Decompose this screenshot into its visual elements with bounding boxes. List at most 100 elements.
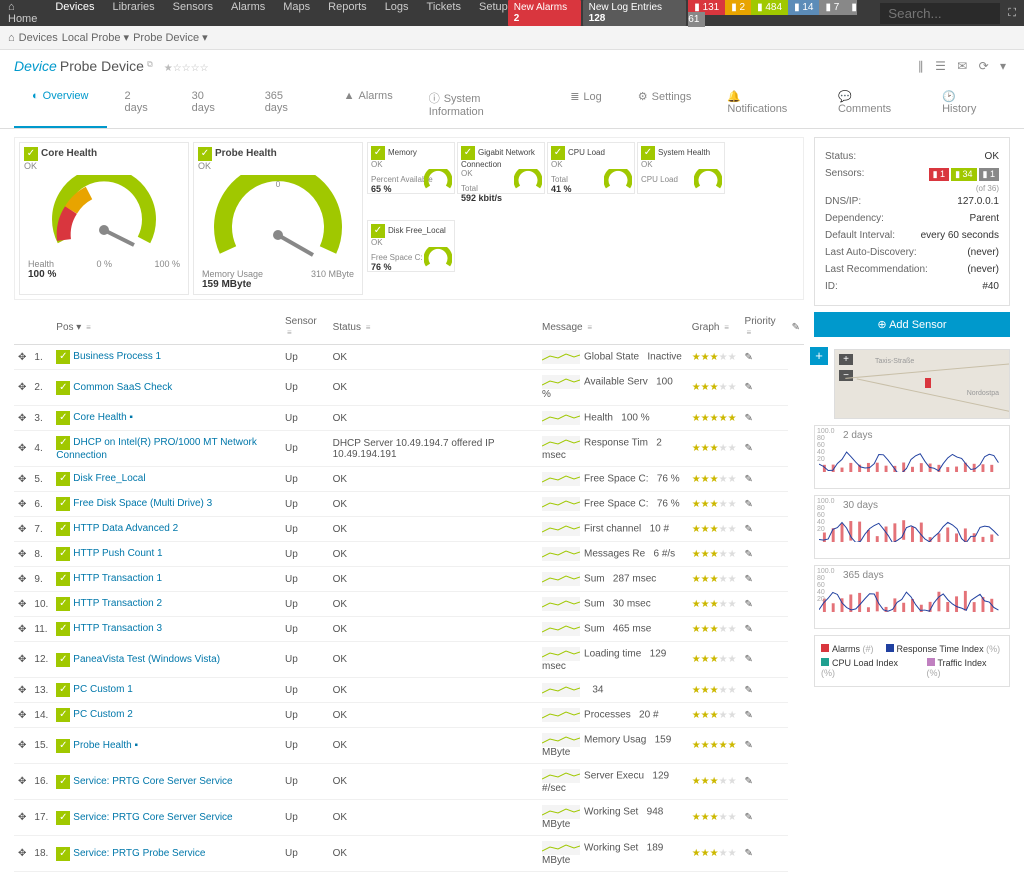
priority-stars[interactable]: ★★★★★ bbox=[688, 345, 741, 370]
table-row[interactable]: ✥15.✓Probe Health ▪UpOKMemory Usag 159 M… bbox=[14, 728, 804, 764]
table-row[interactable]: ✥11.✓HTTP Transaction 3UpOKSum 465 mse★★… bbox=[14, 617, 804, 642]
tab-comments[interactable]: 💬Comments bbox=[820, 82, 924, 128]
fullscreen-icon[interactable]: ⛶ bbox=[1008, 7, 1016, 20]
table-row[interactable]: ✥6.✓Free Disk Space (Multi Drive) 3UpOKF… bbox=[14, 492, 804, 517]
nav-libraries[interactable]: Libraries bbox=[112, 1, 154, 25]
mini-gauge[interactable]: ✓CPU LoadOKTotal41 % bbox=[547, 142, 635, 194]
edit-icon[interactable]: ✎ bbox=[741, 836, 788, 872]
table-row[interactable]: ✥16.✓Service: PRTG Core Server ServiceUp… bbox=[14, 764, 804, 800]
add-map-button[interactable]: + bbox=[810, 347, 828, 365]
priority-stars[interactable]: ★★★★★ bbox=[688, 542, 741, 567]
priority-stars[interactable]: ★★★★★ bbox=[688, 678, 741, 703]
priority-stars[interactable]: ★★★★★ bbox=[688, 617, 741, 642]
table-row[interactable]: ✥3.✓Core Health ▪UpOKHealth 100 %★★★★★✎ bbox=[14, 406, 804, 431]
column-header[interactable] bbox=[30, 310, 52, 345]
priority-stars[interactable]: ★★★★★ bbox=[688, 370, 741, 406]
drag-handle-icon[interactable]: ✥ bbox=[14, 592, 30, 617]
nav-home[interactable]: ⌂ Home bbox=[8, 1, 37, 25]
probe-health-gauge[interactable]: ✓Probe Health OK 0 Memory Usage310 MByte… bbox=[193, 142, 363, 295]
table-row[interactable]: ✥18.✓Service: PRTG Probe ServiceUpOKWork… bbox=[14, 836, 804, 872]
drag-handle-icon[interactable]: ✥ bbox=[14, 431, 30, 467]
column-header[interactable]: Status ≡ bbox=[329, 310, 538, 345]
table-row[interactable]: ✥17.✓Service: PRTG Core Server ServiceUp… bbox=[14, 800, 804, 836]
table-row[interactable]: ✥8.✓HTTP Push Count 1UpOKMessages Re 6 #… bbox=[14, 542, 804, 567]
core-health-gauge[interactable]: ✓Core Health OK Health0 %100 % 100 % bbox=[19, 142, 189, 295]
drag-handle-icon[interactable]: ✥ bbox=[14, 678, 30, 703]
priority-stars[interactable]: ★★★★★ bbox=[688, 764, 741, 800]
drag-handle-icon[interactable]: ✥ bbox=[14, 836, 30, 872]
column-header[interactable] bbox=[14, 310, 30, 345]
nav-logs[interactable]: Logs bbox=[385, 1, 409, 25]
nav-tickets[interactable]: Tickets bbox=[427, 1, 461, 25]
table-row[interactable]: ✥12.✓PaneaVista Test (Windows Vista)UpOK… bbox=[14, 642, 804, 678]
edit-icon[interactable]: ✎ bbox=[741, 542, 788, 567]
zoom-in-icon[interactable]: + bbox=[839, 354, 853, 365]
mini-gauge[interactable]: ✓System HealthOKCPU Load bbox=[637, 142, 725, 194]
edit-icon[interactable]: ✎ bbox=[741, 642, 788, 678]
nav-sensors[interactable]: Sensors bbox=[173, 1, 213, 25]
tab-overview[interactable]: ◐Overview bbox=[14, 82, 107, 128]
nav-maps[interactable]: Maps bbox=[283, 1, 310, 25]
column-header[interactable]: ✎ bbox=[788, 310, 804, 345]
priority-stars[interactable]: ★★★★★ bbox=[688, 431, 741, 467]
priority-stars[interactable]: ★★★★★ bbox=[688, 592, 741, 617]
tab-2-days[interactable]: 2 days bbox=[107, 82, 174, 128]
priority-stars[interactable]: ★★★★★ bbox=[688, 703, 741, 728]
status-flag[interactable]: ▮ 484 bbox=[751, 0, 788, 15]
drag-handle-icon[interactable]: ✥ bbox=[14, 764, 30, 800]
status-flag[interactable]: ▮ 2 bbox=[725, 0, 751, 15]
edit-icon[interactable]: ✎ bbox=[741, 467, 788, 492]
priority-stars[interactable]: ★★★★★ bbox=[688, 406, 741, 431]
table-row[interactable]: ✥2.✓Common SaaS CheckUpOKAvailable Serv … bbox=[14, 370, 804, 406]
table-row[interactable]: ✥10.✓HTTP Transaction 2UpOKSum 30 msec★★… bbox=[14, 592, 804, 617]
edit-icon[interactable]: ✎ bbox=[741, 800, 788, 836]
edit-icon[interactable]: ✎ bbox=[741, 492, 788, 517]
edit-icon[interactable]: ✎ bbox=[741, 678, 788, 703]
nav-setup[interactable]: Setup bbox=[479, 1, 508, 25]
new-log-badge[interactable]: New Log Entries 128 bbox=[583, 0, 687, 26]
table-row[interactable]: ✥9.✓HTTP Transaction 1UpOKSum 287 msec★★… bbox=[14, 567, 804, 592]
table-row[interactable]: ✥1.✓Business Process 1UpOKGlobal State I… bbox=[14, 345, 804, 370]
status-flag[interactable]: ▮ 7 bbox=[819, 0, 845, 15]
drag-handle-icon[interactable]: ✥ bbox=[14, 517, 30, 542]
tab-log[interactable]: ≣Log bbox=[552, 82, 620, 128]
priority-stars[interactable]: ★★★★★ bbox=[688, 800, 741, 836]
location-map[interactable]: + − Taxis-Straße Nordostpa bbox=[834, 349, 1010, 419]
drag-handle-icon[interactable]: ✥ bbox=[14, 406, 30, 431]
column-header[interactable]: Sensor ≡ bbox=[281, 310, 329, 345]
table-row[interactable]: ✥7.✓HTTP Data Advanced 2UpOKFirst channe… bbox=[14, 517, 804, 542]
edit-icon[interactable]: ✎ bbox=[741, 567, 788, 592]
status-flag[interactable]: ▮ 14 bbox=[788, 0, 819, 15]
breadcrumb-item[interactable]: Probe Device ▾ bbox=[133, 31, 208, 44]
tab-365-days[interactable]: 365 days bbox=[247, 82, 326, 128]
drag-handle-icon[interactable]: ✥ bbox=[14, 467, 30, 492]
rating-stars[interactable]: ★☆☆☆☆ bbox=[164, 63, 209, 74]
nav-reports[interactable]: Reports bbox=[328, 1, 367, 25]
tab-alarms[interactable]: ▲Alarms bbox=[326, 82, 411, 128]
edit-icon[interactable]: ✎ bbox=[741, 431, 788, 467]
tab-30-days[interactable]: 30 days bbox=[174, 82, 247, 128]
column-header[interactable]: Message ≡ bbox=[538, 310, 688, 345]
tab-settings[interactable]: ⚙Settings bbox=[620, 82, 710, 128]
priority-stars[interactable]: ★★★★★ bbox=[688, 642, 741, 678]
header-action-icons[interactable]: ∥ ☰ ✉ ⟳ ▾ bbox=[918, 59, 1010, 73]
edit-icon[interactable]: ✎ bbox=[741, 728, 788, 764]
column-header[interactable]: Graph ≡ bbox=[688, 310, 741, 345]
edit-icon[interactable]: ✎ bbox=[741, 764, 788, 800]
breadcrumb-item[interactable]: Devices bbox=[19, 32, 58, 44]
table-row[interactable]: ✥13.✓PC Custom 1UpOK 34★★★★★✎ bbox=[14, 678, 804, 703]
history-chart-2days[interactable]: 100.0806040202 days bbox=[814, 425, 1010, 489]
search-input[interactable] bbox=[880, 3, 1000, 24]
edit-icon[interactable]: ✎ bbox=[741, 370, 788, 406]
edit-icon[interactable]: ✎ bbox=[792, 322, 800, 333]
edit-icon[interactable]: ✎ bbox=[741, 406, 788, 431]
drag-handle-icon[interactable]: ✥ bbox=[14, 370, 30, 406]
mini-gauge[interactable]: ✓Gigabit Network ConnectionOKTotal592 kb… bbox=[457, 142, 545, 194]
drag-handle-icon[interactable]: ✥ bbox=[14, 703, 30, 728]
column-header[interactable]: Pos ▾ ≡ bbox=[52, 310, 281, 345]
edit-icon[interactable]: ✎ bbox=[741, 517, 788, 542]
edit-icon[interactable]: ✎ bbox=[741, 345, 788, 370]
edit-icon[interactable]: ✎ bbox=[741, 617, 788, 642]
drag-handle-icon[interactable]: ✥ bbox=[14, 642, 30, 678]
add-sensor-button[interactable]: ⊕ Add Sensor bbox=[814, 312, 1010, 337]
